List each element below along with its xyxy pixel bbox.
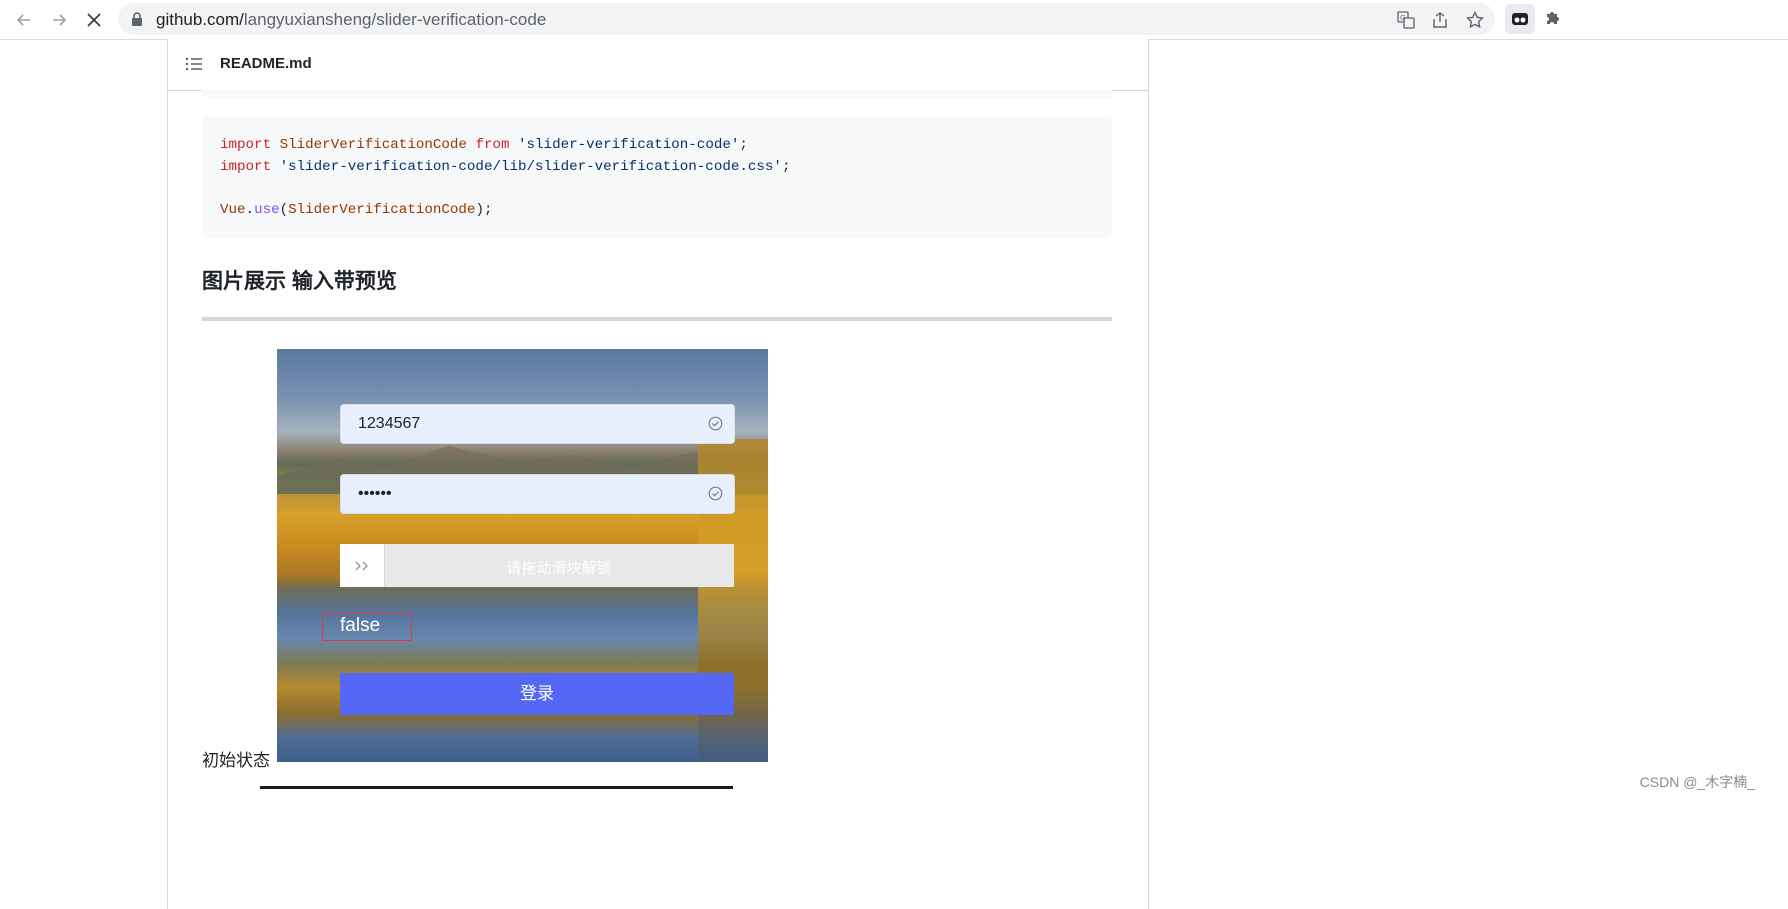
readme-header: README.md [168, 39, 1148, 91]
code-string: 'slider-verification-code' [518, 137, 740, 153]
address-bar[interactable]: github.com/langyuxiansheng/slider-verifi… [118, 3, 1495, 35]
watermark: CSDN @_木字楠_ [1639, 774, 1755, 790]
url-path: langyuxiansheng/slider-verification-code [243, 10, 547, 29]
slider-verification: 请拖动滑块解锁 [340, 544, 734, 587]
check-circle-icon [708, 416, 723, 436]
section-divider [202, 317, 1112, 321]
double-chevron-right-icon [355, 561, 368, 570]
forward-button[interactable] [45, 6, 73, 34]
check-circle-icon [708, 486, 723, 506]
code-punct: ; [739, 137, 748, 153]
password-field: •••••• [340, 474, 735, 514]
url-host: github.com/ [156, 10, 244, 29]
verification-status: false [340, 615, 381, 636]
code-function: use [254, 201, 280, 218]
image-caption: 初始状态 [202, 751, 270, 770]
extension-button[interactable] [1505, 4, 1535, 34]
code-punct: ; [781, 158, 791, 175]
extension-glasses-icon [1512, 13, 1528, 25]
lock-icon [132, 12, 142, 26]
password-value: •••••• [358, 485, 392, 502]
extensions-puzzle-icon[interactable] [1543, 8, 1563, 33]
code-identifier: Vue [220, 201, 246, 218]
readme-panel: README.md import SliderVerificationCode … [167, 39, 1149, 909]
login-button: 登录 [340, 673, 734, 715]
browser-toolbar: github.com/langyuxiansheng/slider-verifi… [0, 0, 1788, 40]
username-field: 1234567 [340, 404, 735, 444]
code-identifier: SliderVerificationCode [279, 137, 467, 153]
code-keyword: from [475, 137, 510, 153]
bookmark-star-icon[interactable] [1464, 9, 1486, 31]
translate-icon[interactable]: G [1395, 9, 1417, 31]
section-heading: 图片展示 输入带预览 [202, 270, 397, 293]
table-of-contents-icon[interactable] [185, 56, 203, 77]
slider-hint: 请拖动滑块解锁 [506, 560, 612, 577]
previous-code-block [202, 90, 1112, 98]
svg-text:G: G [1400, 14, 1405, 22]
stop-loading-button[interactable] [80, 6, 108, 34]
slider-handle [340, 544, 385, 587]
arrow-right-icon [53, 14, 67, 26]
code-content: import SliderVerificationCode from 'slid… [220, 137, 791, 218]
next-image-top-edge [260, 786, 733, 789]
code-identifier: SliderVerificationCode [288, 201, 476, 218]
code-string: 'slider-verification-code/lib/slider-ver… [279, 158, 782, 175]
code-block: import SliderVerificationCode from 'slid… [202, 117, 1112, 238]
username-value: 1234567 [358, 415, 421, 432]
share-icon[interactable] [1429, 9, 1451, 31]
arrow-left-icon [16, 14, 30, 26]
close-icon [87, 13, 101, 27]
code-punct: ); [475, 201, 493, 218]
demo-screenshot-image: 1234567 •••••• 请拖动滑块解锁 false 登录 [277, 349, 768, 762]
readme-filename[interactable]: README.md [220, 55, 312, 72]
code-keyword: import [220, 158, 272, 175]
url-text[interactable]: github.com/langyuxiansheng/slider-verifi… [156, 10, 546, 30]
code-keyword: import [220, 137, 272, 153]
back-button[interactable] [10, 6, 38, 34]
